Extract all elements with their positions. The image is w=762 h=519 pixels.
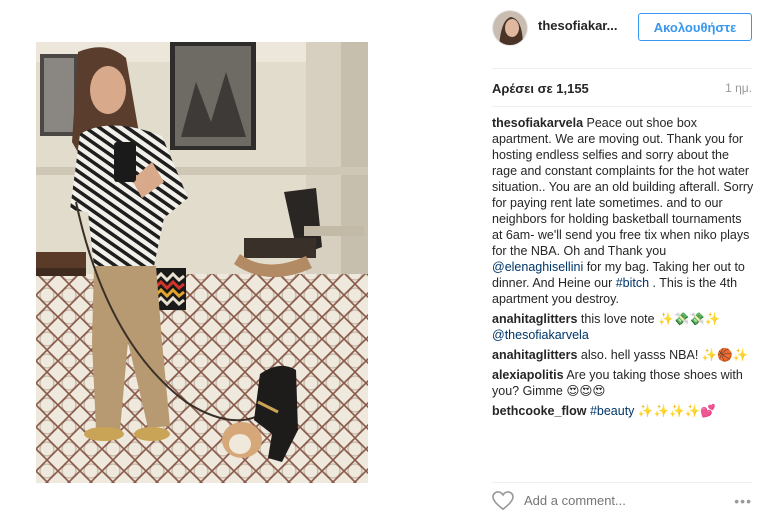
post-sidebar: thesofiakar... Ακολουθήστε Αρέσει σε 1,1… [478,0,762,519]
caption: thesofiakarvela Peace out shoe box apart… [492,115,754,307]
footer-divider [492,482,752,483]
avatar[interactable] [492,10,528,46]
header-divider [492,68,752,69]
follow-button[interactable]: Ακολουθήστε [638,13,752,41]
caption-hashtag[interactable]: #bitch [616,276,649,290]
photo-illustration [36,42,368,483]
post-username[interactable]: thesofiakar... [538,18,617,33]
caption-mention[interactable]: @elenaghisellini [492,260,583,274]
add-comment-input[interactable] [524,493,704,508]
heart-icon[interactable] [492,491,514,511]
comment-item: anahitaglitters this love note ✨💸💸✨ @thes… [492,311,754,343]
more-options-icon[interactable]: ••• [734,493,752,509]
comment-hashtag[interactable]: #beauty [586,404,635,418]
comment-user[interactable]: anahitaglitters [492,348,577,362]
comment-item: anahitaglitters also. hell yasss NBA! ✨🏀… [492,347,754,363]
comment-text: also. hell yasss NBA! ✨🏀✨ [577,348,749,362]
comment-user[interactable]: alexiapolitis [492,368,564,382]
post-header: thesofiakar... Ακολουθήστε [478,0,762,68]
caption-user[interactable]: thesofiakarvela [492,116,583,130]
comment-mention[interactable]: @thesofiakarvela [492,328,589,342]
caption-text-1: Peace out shoe box apartment. We are mov… [492,116,754,258]
comment-item: bethcooke_flow #beauty ✨✨✨✨💕 [492,403,754,419]
comment-text: this love note ✨💸💸✨ [577,312,721,326]
comment-item: alexiapolitis Are you taking those shoes… [492,367,754,399]
likes-divider [492,106,752,107]
post-time[interactable]: 1 ημ. [725,81,752,95]
comments-list: thesofiakarvela Peace out shoe box apart… [492,115,754,423]
post-photo[interactable] [36,42,368,483]
comment-text: ✨✨✨✨💕 [634,404,716,418]
likes-row: Αρέσει σε 1,155 1 ημ. [492,81,752,99]
comment-user[interactable]: anahitaglitters [492,312,577,326]
comment-user[interactable]: bethcooke_flow [492,404,586,418]
likes-count[interactable]: Αρέσει σε 1,155 [492,81,589,96]
add-comment-row: ••• [492,489,752,513]
avatar-image [493,11,527,45]
